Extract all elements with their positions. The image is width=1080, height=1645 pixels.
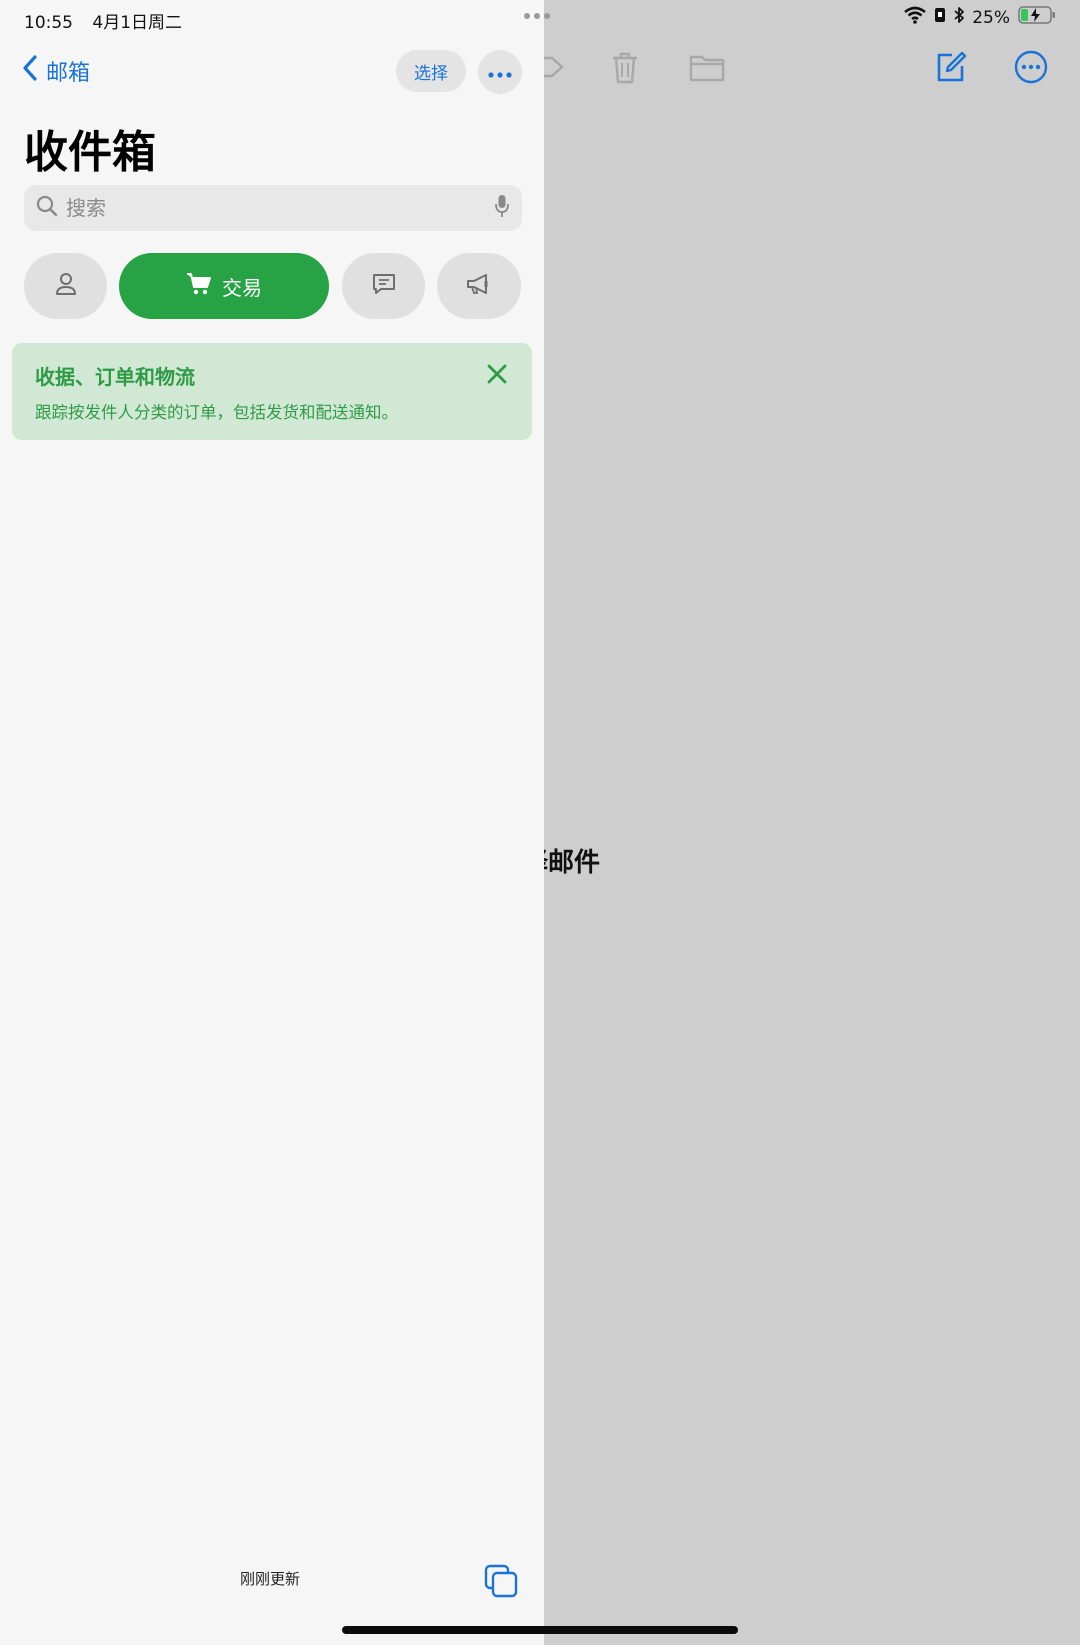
mailbox-list-panel: 10:55 4月1日周二 邮箱 选择 收件箱 交易 <box>0 0 544 1645</box>
last-updated-status: 刚刚更新 <box>240 1570 301 1588</box>
category-primary-button[interactable] <box>24 253 107 319</box>
trash-icon[interactable] <box>609 50 641 90</box>
category-info-banner: 收据、订单和物流 跟踪按发件人分类的订单，包括发货和配送通知。 <box>12 343 532 440</box>
person-icon <box>55 272 77 300</box>
compose-icon[interactable] <box>934 50 968 88</box>
category-transactions-button[interactable]: 交易 <box>119 253 329 319</box>
close-icon[interactable] <box>486 363 508 389</box>
category-promotions-button[interactable] <box>437 253 521 319</box>
page-title: 收件箱 <box>24 127 156 178</box>
megaphone-icon <box>466 273 492 299</box>
banner-description: 跟踪按发件人分类的订单，包括发货和配送通知。 <box>35 403 398 422</box>
wifi-icon <box>904 6 927 29</box>
more-options-circle-icon[interactable] <box>1014 50 1048 88</box>
cart-icon <box>186 272 212 301</box>
banner-title: 收据、订单和物流 <box>35 365 195 389</box>
chevron-left-icon <box>22 54 38 88</box>
status-bar-left: 10:55 4月1日周二 <box>24 8 196 33</box>
bluetooth-icon <box>954 6 965 29</box>
stack-windows-icon[interactable] <box>484 1564 518 1602</box>
message-icon <box>372 273 396 299</box>
orientation-lock-icon <box>934 7 946 28</box>
search-icon <box>36 195 58 221</box>
search-input[interactable] <box>66 196 494 220</box>
folder-icon[interactable] <box>688 50 726 88</box>
category-updates-button[interactable] <box>342 253 425 319</box>
multitasking-handle[interactable] <box>524 13 550 19</box>
status-date: 4月1日周二 <box>92 13 183 33</box>
battery-charging-icon <box>1018 6 1056 29</box>
battery-percent: 25% <box>972 7 1010 28</box>
status-bar-right: 25% <box>904 6 1056 29</box>
back-to-mailboxes-button[interactable]: 邮箱 <box>22 54 90 88</box>
select-button[interactable]: 选择 <box>396 50 466 92</box>
ellipsis-icon <box>488 63 512 82</box>
search-bar[interactable] <box>24 185 522 231</box>
back-button-label: 邮箱 <box>46 61 91 86</box>
status-time: 10:55 <box>24 13 73 33</box>
more-button[interactable] <box>478 50 522 94</box>
microphone-icon[interactable] <box>494 193 510 223</box>
category-transactions-label: 交易 <box>222 275 262 300</box>
home-indicator[interactable] <box>342 1626 738 1634</box>
